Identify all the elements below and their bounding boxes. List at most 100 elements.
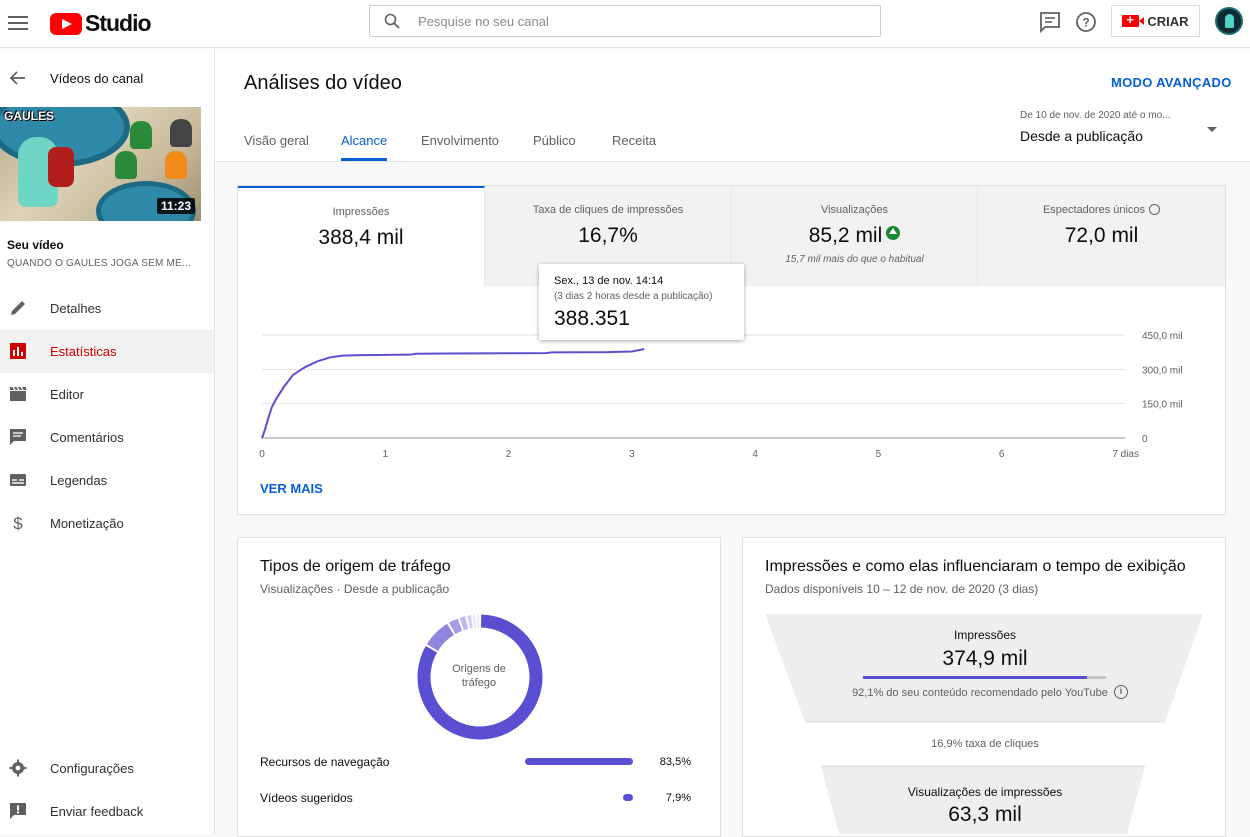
tab-engagement[interactable]: Envolvimento: [421, 133, 499, 148]
back-arrow-icon: [9, 69, 27, 87]
sidebar-item-label: Comentários: [50, 430, 124, 445]
dollar-icon: $: [9, 514, 27, 532]
impressions-line-chart: 0150,0 mil300,0 mil450,0 mil01234567 dia…: [237, 320, 1226, 465]
traffic-card-title: Tipos de origem de tráfego: [260, 558, 451, 576]
sidebar-item-analytics[interactable]: Estatísticas: [0, 330, 214, 373]
comment-icon: [9, 428, 27, 446]
create-label: CRIAR: [1147, 14, 1188, 29]
y-tick-label: 0: [1142, 434, 1148, 445]
x-tick-label: 7 dias: [1112, 449, 1139, 460]
date-range-value: Desde a publicação: [1020, 128, 1143, 144]
sidebar-item-editor[interactable]: Editor: [0, 373, 214, 416]
recommended-bar-track: [863, 676, 1106, 679]
chevron-down-icon: [1207, 127, 1217, 132]
sidebar-item-label: Editor: [50, 387, 84, 402]
tab-reach[interactable]: Alcance: [341, 133, 387, 148]
analytics-icon: [9, 342, 27, 360]
donut-segment: [469, 622, 472, 623]
traffic-row-bar: [623, 794, 633, 801]
sidebar-item-label: Legendas: [50, 473, 107, 488]
traffic-card-subtitle: Visualizações · Desde a publicação: [260, 582, 449, 596]
sidebar-item-subtitles[interactable]: Legendas: [0, 459, 214, 502]
sidebar-item-monetization[interactable]: $ Monetização: [0, 502, 214, 545]
studio-logo[interactable]: Studio: [50, 10, 151, 37]
gear-icon: [9, 759, 27, 777]
sidebar-item-settings[interactable]: Configurações: [0, 747, 214, 790]
video-title: QUANDO O GAULES JOGA SEM ME...: [7, 258, 202, 269]
x-tick-label: 2: [506, 449, 512, 460]
recommended-bar-fill: [863, 676, 1087, 679]
donut-segment: [452, 625, 460, 629]
metric-value: 72,0 mil: [978, 224, 1225, 248]
analytics-header: Análises do vídeo MODO AVANÇADO Visão ge…: [215, 49, 1250, 162]
traffic-row-label: Vídeos sugeridos: [260, 791, 353, 805]
metric-views[interactable]: Visualizações 85,2 mil 15,7 mil mais do …: [732, 186, 978, 286]
traffic-row-bar: [525, 758, 633, 765]
metric-unique-viewers[interactable]: Espectadores únicos 72,0 mil: [978, 186, 1225, 286]
funnel-impressions-value: 374,9 mil: [865, 647, 1105, 671]
sidebar-item-feedback[interactable]: Enviar feedback: [0, 790, 214, 833]
date-range-detail: De 10 de nov. de 2020 até o mo...: [1020, 110, 1170, 121]
video-camera-icon: [1122, 15, 1139, 27]
clock-icon: [1149, 204, 1160, 215]
y-tick-label: 150,0 mil: [1142, 400, 1183, 411]
back-to-channel-videos[interactable]: Vídeos do canal: [0, 61, 215, 95]
search-box[interactable]: [369, 5, 881, 37]
metric-label: Visualizações: [732, 204, 977, 216]
metric-value: 388,4 mil: [238, 226, 484, 250]
sidebar-item-label: Estatísticas: [50, 344, 116, 359]
tooltip-value: 388.351: [554, 307, 630, 331]
sidebar-item-details[interactable]: Detalhes: [0, 287, 214, 330]
messages-icon[interactable]: [1038, 10, 1062, 34]
impressions-series-line: [262, 349, 644, 438]
donut-segment: [462, 623, 467, 624]
tab-overview[interactable]: Visão geral: [244, 133, 309, 148]
tab-revenue[interactable]: Receita: [612, 133, 656, 148]
help-icon[interactable]: ?: [1074, 10, 1098, 34]
subtitles-icon: [9, 471, 27, 489]
metric-value: 85,2 mil: [809, 224, 883, 247]
funnel-views-value: 63,3 mil: [865, 803, 1105, 827]
sidebar-item-label: Detalhes: [50, 301, 101, 316]
clapperboard-icon: [9, 385, 27, 403]
metric-label: Impressões: [238, 206, 484, 218]
metric-label: Taxa de cliques de impressões: [485, 204, 731, 216]
top-bar: Studio ? CRIAR: [0, 0, 1250, 48]
menu-icon[interactable]: [8, 12, 28, 36]
info-icon[interactable]: i: [1114, 685, 1128, 699]
feedback-icon: [9, 802, 27, 820]
back-label: Vídeos do canal: [50, 71, 143, 86]
traffic-row-label: Recursos de navegação: [260, 755, 389, 769]
avatar[interactable]: [1215, 7, 1243, 35]
sidebar-item-label: Monetização: [50, 516, 124, 531]
x-tick-label: 3: [629, 449, 635, 460]
chart-tooltip: Sex., 13 de nov. 14:14 (3 dias 2 horas d…: [539, 264, 744, 340]
search-input[interactable]: [418, 10, 858, 32]
svg-text:?: ?: [1082, 16, 1089, 30]
video-duration: 11:23: [157, 198, 195, 214]
y-tick-label: 450,0 mil: [1142, 331, 1183, 342]
metric-impressions[interactable]: Impressões 388,4 mil: [238, 186, 485, 286]
sidebar: Vídeos do canal GAULES 11:23 Seu vídeo Q…: [0, 49, 215, 834]
svg-text:$: $: [13, 514, 23, 532]
tab-audience[interactable]: Público: [533, 133, 576, 148]
metric-subtext: 15,7 mil mais do que o habitual: [732, 254, 977, 265]
x-tick-label: 6: [999, 449, 1005, 460]
page-title: Análises do vídeo: [244, 72, 402, 95]
traffic-row-percent: 7,9%: [651, 792, 691, 804]
tooltip-date: Sex., 13 de nov. 14:14: [554, 275, 663, 287]
sidebar-item-comments[interactable]: Comentários: [0, 416, 214, 459]
see-more-link[interactable]: VER MAIS: [260, 481, 323, 496]
donut-segment: [432, 629, 450, 647]
funnel-card-title: Impressões e como elas influenciaram o t…: [765, 558, 1186, 576]
create-button[interactable]: CRIAR: [1111, 5, 1200, 37]
pencil-icon: [9, 299, 27, 317]
funnel-card-subtitle: Dados disponíveis 10 – 12 de nov. de 202…: [765, 582, 1038, 596]
y-tick-label: 300,0 mil: [1142, 365, 1183, 376]
x-tick-label: 5: [876, 449, 882, 460]
funnel-impressions-label: Impressões: [865, 628, 1105, 642]
donut-center-label: Origens de tráfego: [448, 662, 510, 690]
x-tick-label: 1: [383, 449, 389, 460]
advanced-mode-button[interactable]: MODO AVANÇADO: [1111, 75, 1232, 90]
metric-label: Espectadores únicos: [1043, 204, 1145, 216]
